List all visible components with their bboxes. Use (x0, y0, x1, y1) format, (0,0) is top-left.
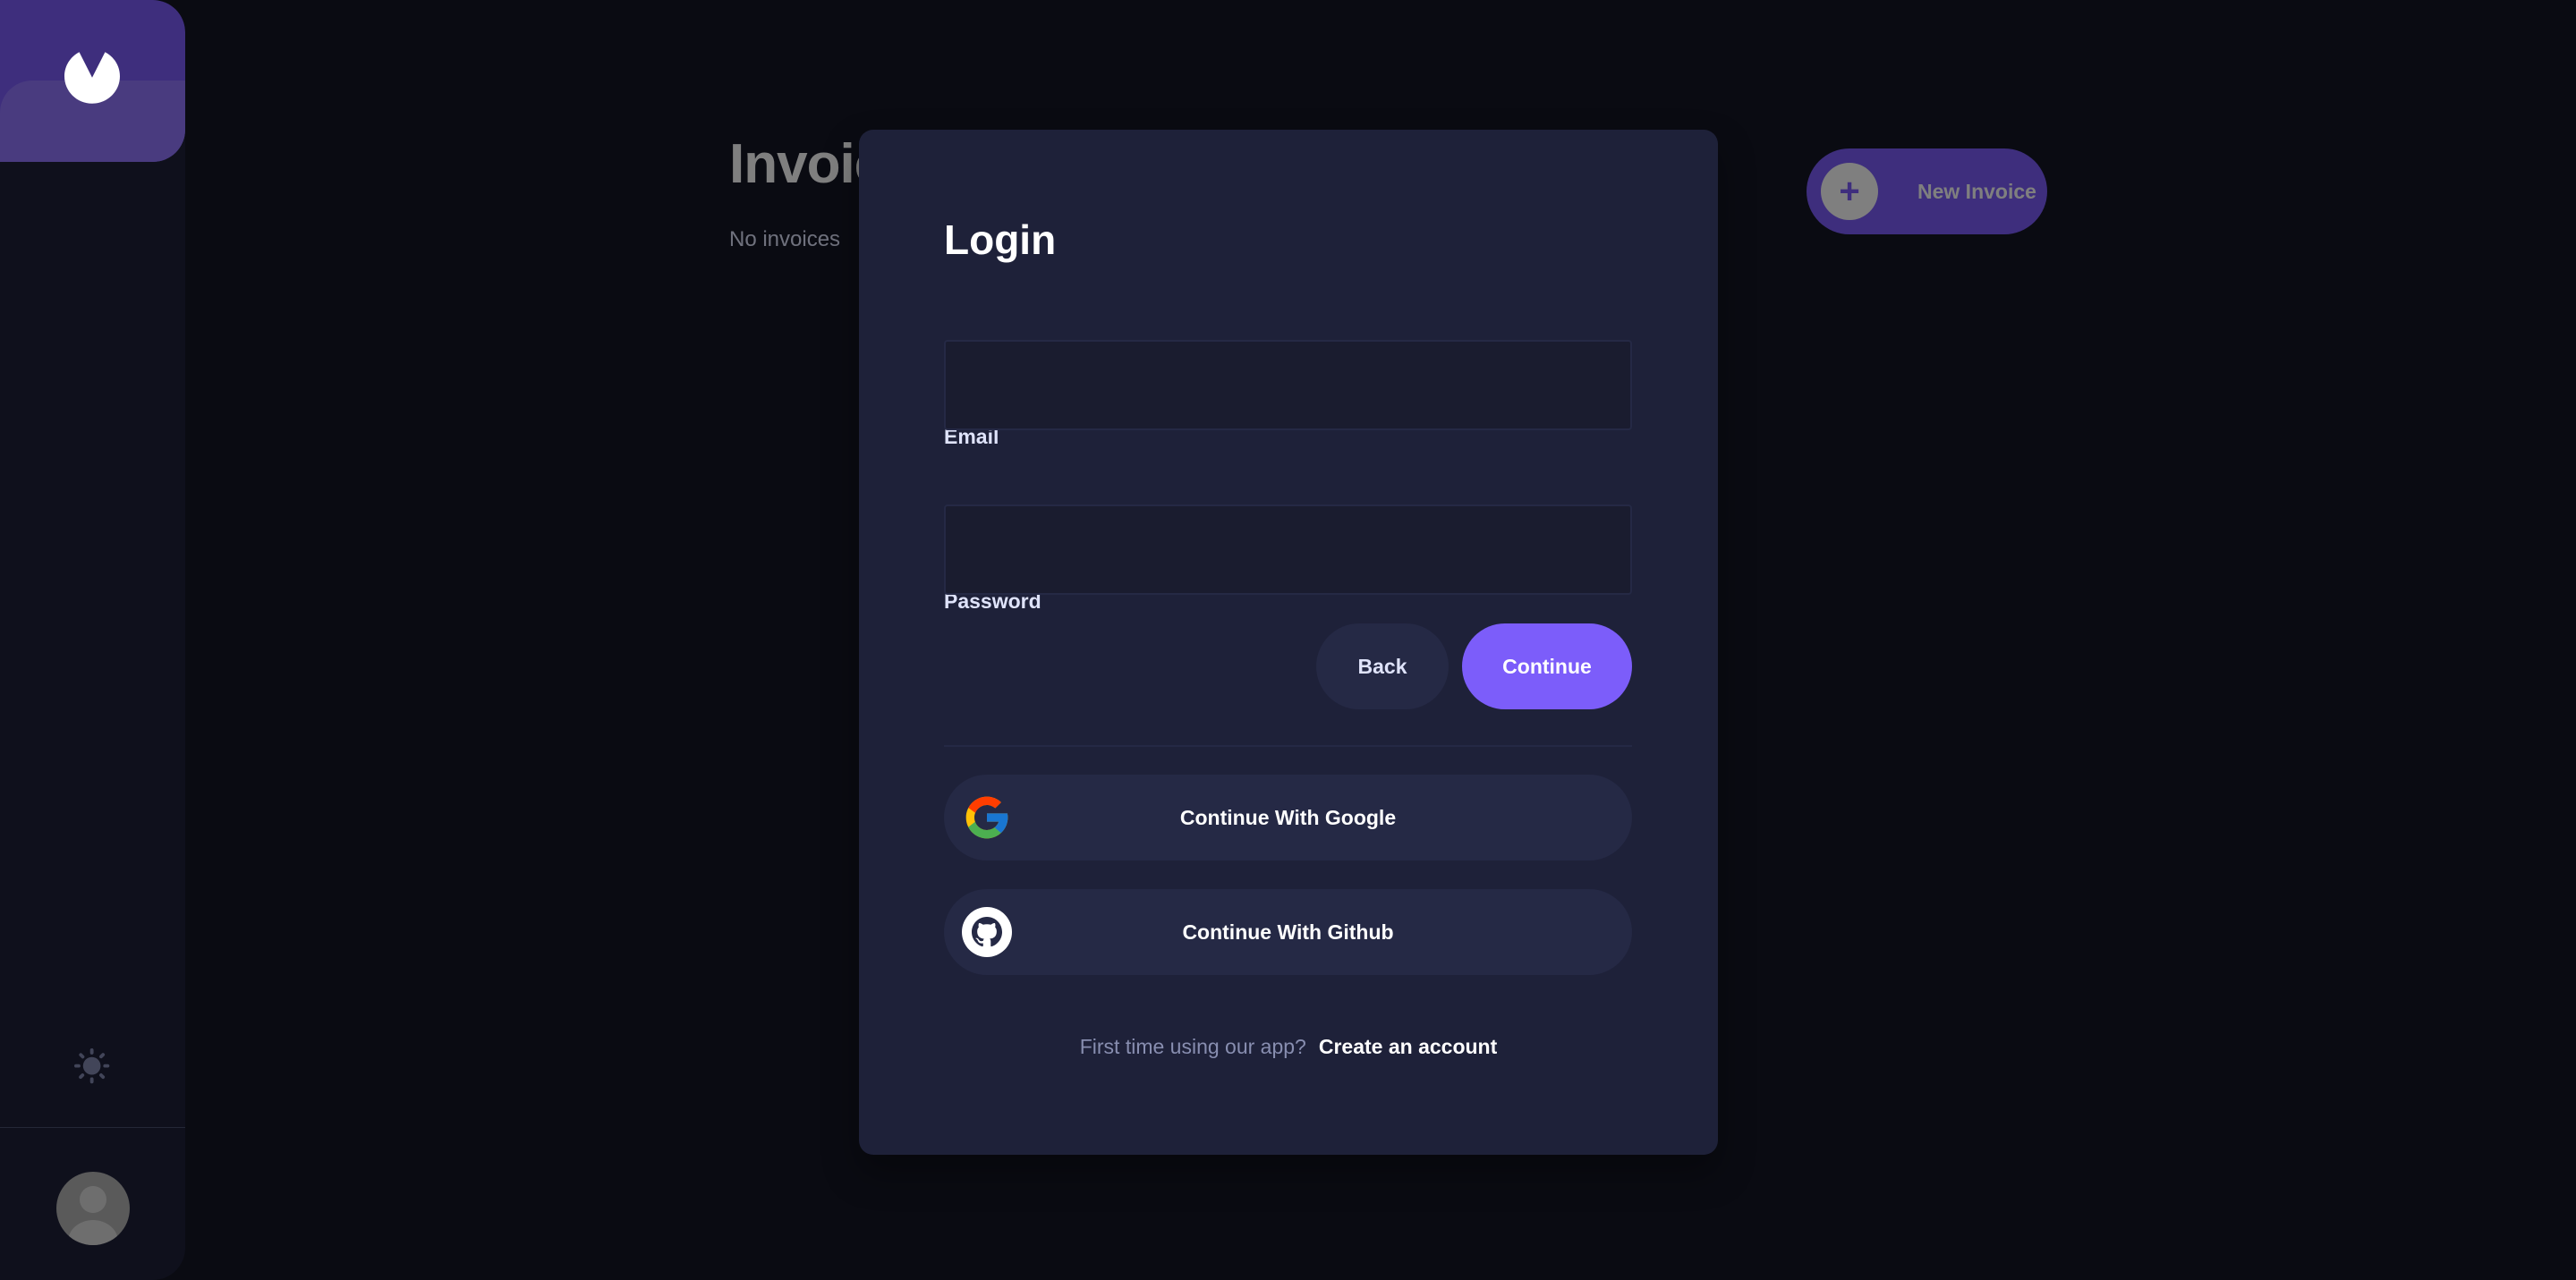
signup-prompt: First time using our app? (1079, 1035, 1306, 1058)
create-account-link[interactable]: Create an account (1319, 1035, 1497, 1058)
google-button-label: Continue With Google (1179, 805, 1397, 829)
back-button[interactable]: Back (1316, 623, 1449, 709)
signup-row: First time using our app? Create an accou… (859, 1035, 1718, 1059)
password-input[interactable] (944, 504, 1632, 595)
continue-with-github-button[interactable]: Continue With Github (944, 889, 1632, 975)
continue-button[interactable]: Continue (1462, 623, 1632, 709)
login-title: Login (944, 216, 1057, 263)
github-button-label: Continue With Github (1182, 920, 1394, 944)
modal-divider (944, 745, 1632, 747)
continue-with-google-button[interactable]: Continue With Google (944, 775, 1632, 860)
app-logo-icon (64, 52, 120, 104)
login-modal: Login Email Password Back Continue Conti… (859, 130, 1718, 1155)
email-input[interactable] (944, 340, 1632, 430)
